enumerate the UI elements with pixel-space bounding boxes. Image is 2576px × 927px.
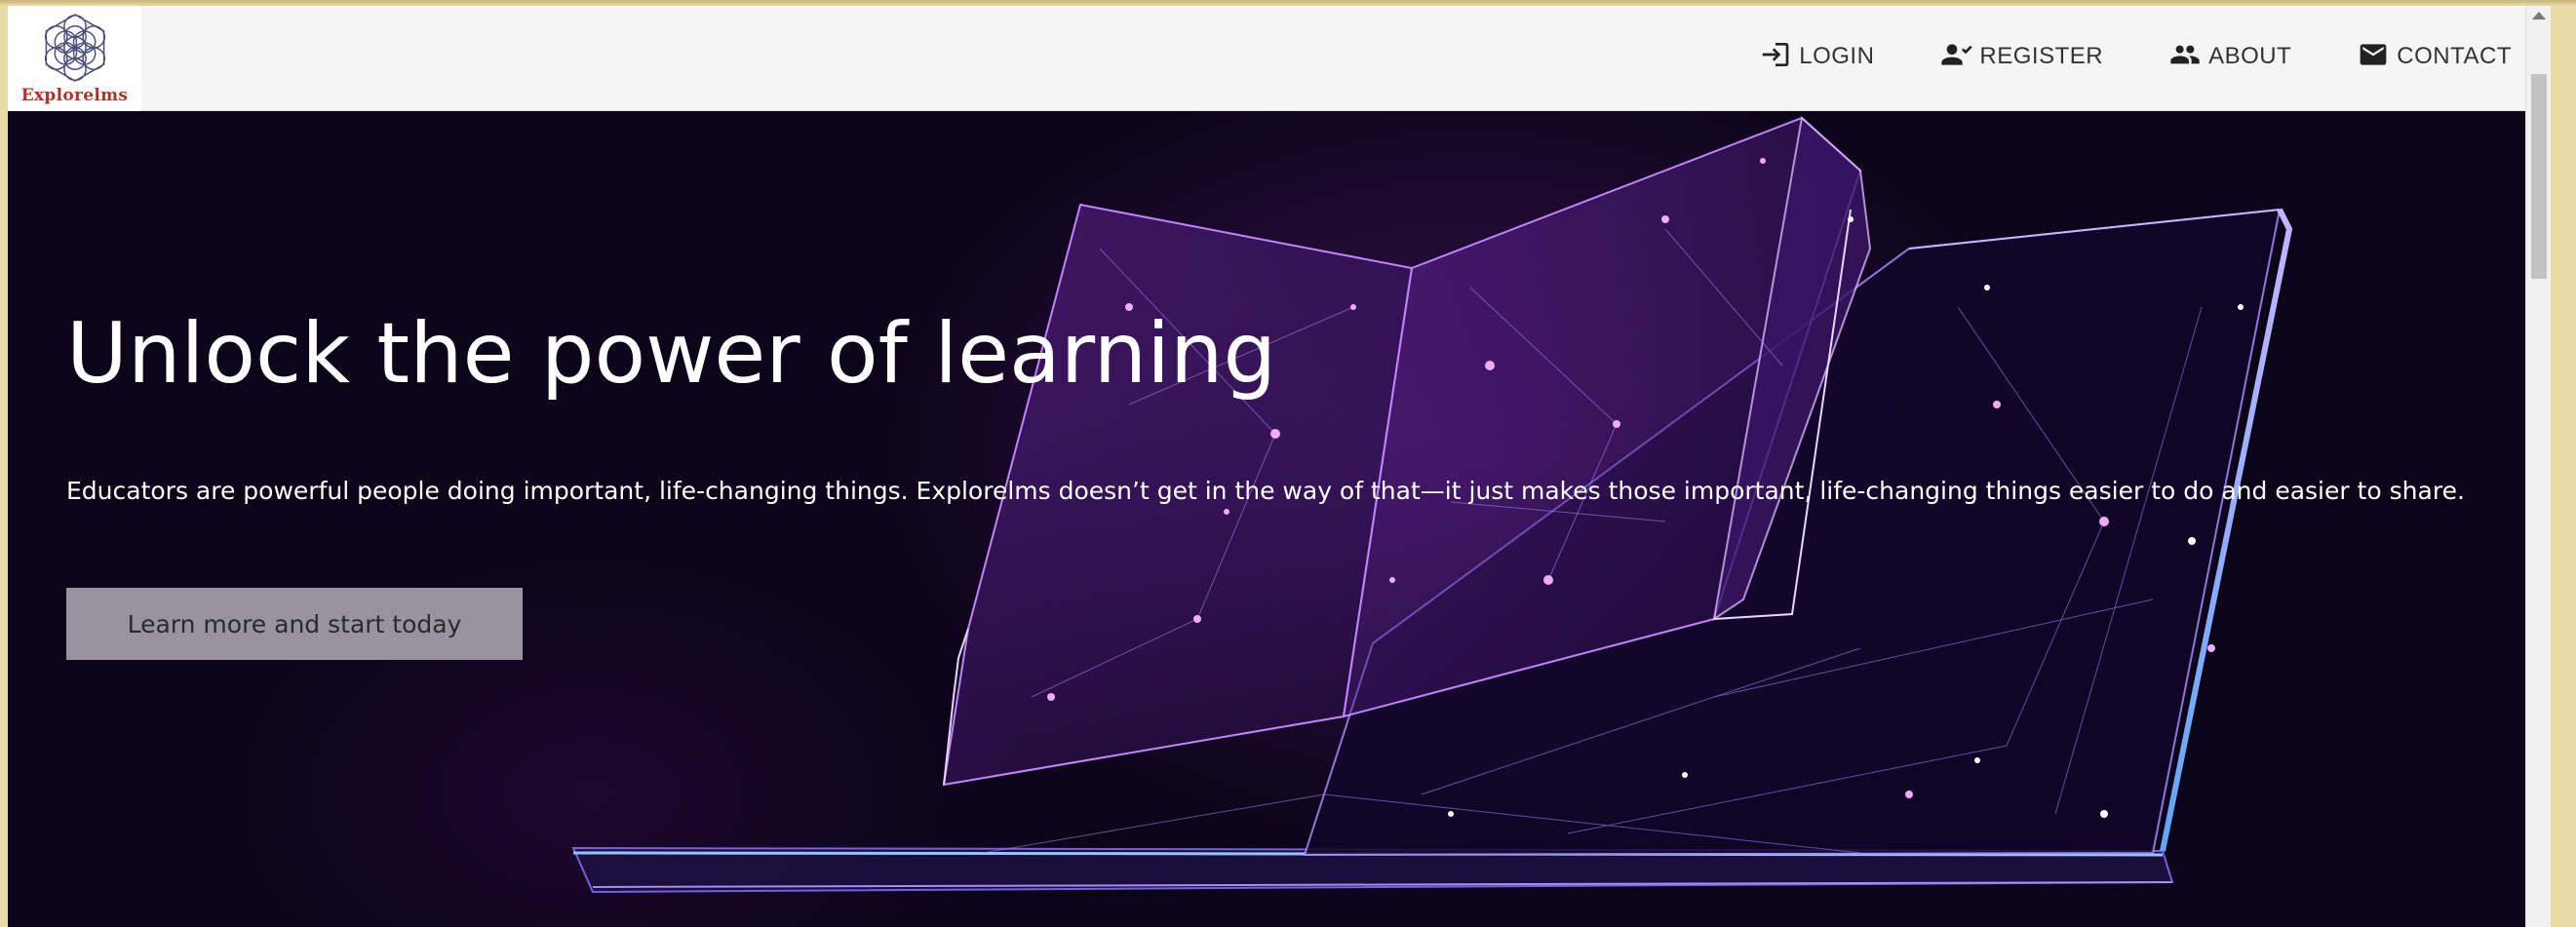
login-icon — [1762, 43, 1789, 66]
hero-description: Educators are powerful people doing impo… — [66, 477, 2465, 505]
brand-name: Explorelms — [20, 86, 129, 105]
nav-about[interactable]: ABOUT — [2167, 39, 2291, 70]
nav-about-label: ABOUT — [2208, 43, 2292, 69]
site-header: Explorelms LOGIN REGISTER ABOUT CONTACT — [8, 6, 2551, 111]
register-icon — [1941, 44, 1973, 65]
nav-login-label: LOGIN — [1799, 43, 1875, 69]
vertical-scrollbar[interactable] — [2525, 6, 2551, 927]
hero-section: Unlock the power of learning Educators a… — [8, 112, 2551, 927]
logo-mark-icon — [44, 14, 105, 82]
nav-register[interactable]: REGISTER — [1938, 39, 2103, 70]
nav-login[interactable]: LOGIN — [1758, 39, 1874, 70]
brand-logo[interactable]: Explorelms — [8, 6, 141, 111]
scroll-thumb[interactable] — [2531, 74, 2547, 279]
nav-contact[interactable]: CONTACT — [2356, 39, 2512, 70]
nav-contact-label: CONTACT — [2397, 43, 2512, 69]
browser-viewport: Explorelms LOGIN REGISTER ABOUT CONTACT … — [8, 6, 2551, 927]
nav-register-label: REGISTER — [1979, 43, 2104, 69]
book-laptop-illustration — [571, 116, 2293, 894]
main-nav: LOGIN REGISTER ABOUT CONTACT — [1694, 39, 2512, 70]
about-icon — [2170, 45, 2200, 64]
scroll-up-arrow-icon[interactable] — [2532, 12, 2546, 19]
learn-more-button[interactable]: Learn more and start today — [66, 588, 523, 660]
contact-icon — [2360, 44, 2387, 65]
hero-title: Unlock the power of learning — [66, 305, 1277, 403]
